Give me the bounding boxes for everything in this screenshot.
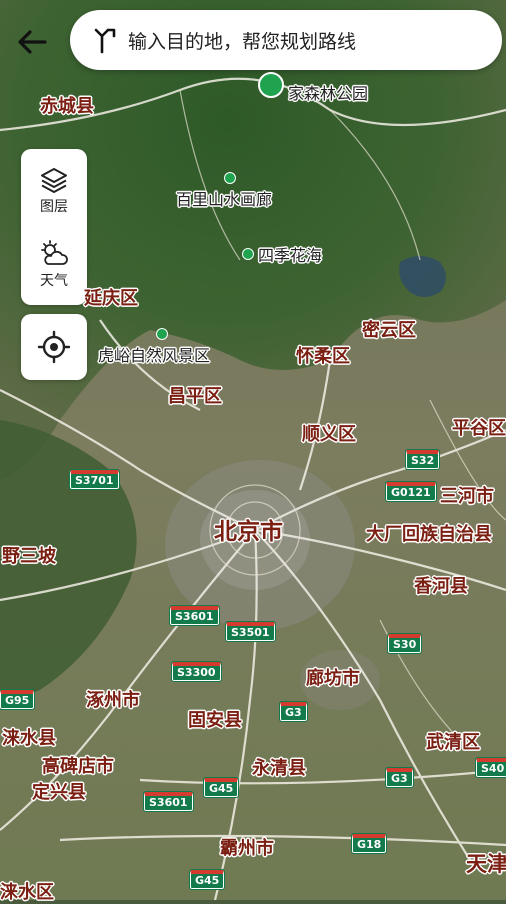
road-shield: S32 xyxy=(404,449,441,470)
search-placeholder: 输入目的地，帮您规划路线 xyxy=(128,30,357,53)
place-label: 涞水区 xyxy=(0,882,54,903)
poi-label: 虎峪自然风景区 xyxy=(98,346,211,365)
place-label: 赤城县 xyxy=(40,96,94,117)
place-label: 涞水县 xyxy=(2,728,56,749)
road-shield: G3 xyxy=(279,701,308,722)
search-bar[interactable]: 输入目的地，帮您规划路线 xyxy=(70,10,502,70)
road-shield: S3601 xyxy=(143,791,194,812)
place-label: 涿州市 xyxy=(86,690,140,711)
place-label: 天津 xyxy=(466,852,506,876)
place-label: 固安县 xyxy=(188,710,242,731)
poi-label: 四季花海 xyxy=(258,246,323,265)
map-control-panel: 图层 天气 xyxy=(21,149,87,305)
place-label: 延庆区 xyxy=(84,288,138,309)
park-pin-icon xyxy=(258,72,284,98)
poi-label: 百里山水画廊 xyxy=(176,190,273,209)
locate-button[interactable] xyxy=(21,314,87,380)
place-label: 定兴县 xyxy=(32,782,86,803)
place-label: 三河市 xyxy=(440,486,494,507)
weather-button[interactable]: 天气 xyxy=(21,229,87,301)
road-shield: S40 xyxy=(474,757,506,778)
layers-label: 图层 xyxy=(40,199,68,215)
road-shield: G18 xyxy=(350,833,388,854)
road-shield: S3601 xyxy=(169,605,220,626)
place-label: 武清区 xyxy=(426,732,480,753)
place-label: 平谷区 xyxy=(452,418,506,439)
road-shield: S3501 xyxy=(225,621,276,642)
place-label: 野三坡 xyxy=(2,546,56,567)
place-label: 昌平区 xyxy=(168,386,222,407)
weather-label: 天气 xyxy=(40,273,68,289)
crosshair-icon xyxy=(37,330,71,364)
place-label: 廊坊市 xyxy=(306,668,360,689)
place-label: 永清县 xyxy=(252,758,306,779)
place-label: 大厂回族自治县 xyxy=(366,524,492,545)
layers-icon xyxy=(41,168,67,193)
route-icon xyxy=(94,28,116,54)
back-button[interactable] xyxy=(10,20,54,64)
poi-label: 家森林公园 xyxy=(288,84,369,103)
place-label: 北京市 xyxy=(214,519,283,545)
road-shield: G3 xyxy=(385,767,414,788)
road-shield: G0121 xyxy=(385,481,437,502)
arrow-left-icon xyxy=(18,30,47,54)
weather-icon xyxy=(41,240,68,265)
place-label: 怀柔区 xyxy=(296,346,350,367)
poi-dot-icon xyxy=(156,328,168,340)
road-shield: S30 xyxy=(386,633,423,654)
poi-dot-icon xyxy=(242,248,254,260)
road-shield: G95 xyxy=(0,689,36,710)
road-shield: S3300 xyxy=(171,661,222,682)
road-shield: G45 xyxy=(202,777,240,798)
place-label: 香河县 xyxy=(414,576,468,597)
poi-forest-park[interactable]: 家森林公园 xyxy=(258,66,368,104)
place-label: 顺义区 xyxy=(302,424,356,445)
poi-dot-icon xyxy=(224,172,236,184)
place-label: 霸州市 xyxy=(220,838,274,859)
layers-button[interactable]: 图层 xyxy=(21,155,87,227)
poi-item[interactable]: 百里山水画廊 xyxy=(176,172,273,210)
poi-item[interactable]: 虎峪自然风景区 xyxy=(98,328,211,366)
place-label: 密云区 xyxy=(362,320,416,341)
road-shield: G45 xyxy=(188,869,226,890)
road-shield: S3701 xyxy=(69,469,120,490)
place-label: 高碑店市 xyxy=(42,756,114,777)
poi-item[interactable]: 四季花海 xyxy=(242,242,322,266)
